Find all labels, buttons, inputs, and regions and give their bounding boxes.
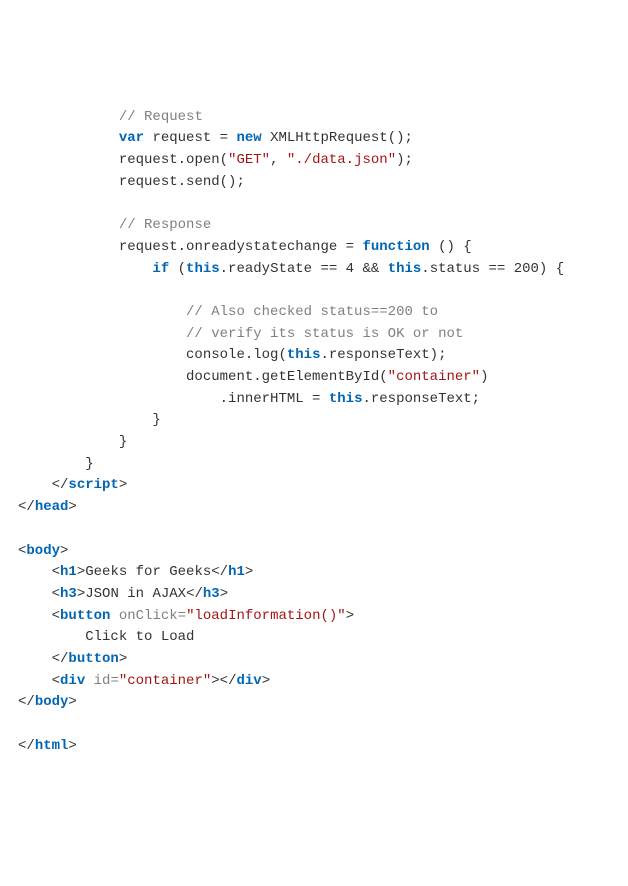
tag-html-close: html [35,738,69,754]
keyword-this: this [329,391,363,407]
comment: // verify its status is OK or not [186,326,463,342]
code-line: request.open("GET", "./data.json"); [18,152,413,168]
string: "container" [388,369,480,385]
tag-script-close: script [68,477,118,493]
code-line: var request = new XMLHttpRequest(); [18,130,413,146]
keyword-if: if [152,261,169,277]
code-line: document.getElementById("container") [18,369,489,385]
code-snippet: // Request var request = new XMLHttpRequ… [18,107,618,758]
string: "GET" [228,152,270,168]
code-line: .innerHTML = this.responseText; [18,391,480,407]
tag-div-open: div [60,673,85,689]
attr-onclick: onClick= [110,608,186,624]
code-line: <body> [18,543,68,559]
tag-button-close: button [68,651,118,667]
h3-text: JSON in AJAX [85,586,186,602]
code-line: // Request [18,109,203,125]
tag-h3-open: h3 [60,586,77,602]
code-line: <button onClick="loadInformation()"> [18,608,354,624]
code-line: </head> [18,499,77,515]
tag-h1-open: h1 [60,564,77,580]
tag-h1-close: h1 [228,564,245,580]
keyword-this: this [186,261,220,277]
code-line: <div id="container"></div> [18,673,270,689]
tag-h3-close: h3 [203,586,220,602]
keyword-this: this [287,347,321,363]
code-line: <h1>Geeks for Geeks</h1> [18,564,253,580]
code-line: <h3>JSON in AJAX</h3> [18,586,228,602]
string: "container" [119,673,211,689]
code-line: request.send(); [18,174,245,190]
code-line: } [18,412,161,428]
comment: // Response [119,217,211,233]
keyword-this: this [388,261,422,277]
code-line: // Also checked status==200 to [18,304,438,320]
h1-text: Geeks for Geeks [85,564,211,580]
code-line: } [18,434,127,450]
code-line: </html> [18,738,77,754]
tag-button-open: button [60,608,110,624]
string: "loadInformation()" [186,608,346,624]
code-line: Click to Load [18,629,194,645]
code-line: request.onreadystatechange = function ()… [18,239,472,255]
button-text: Click to Load [85,629,194,645]
keyword-var: var [119,130,144,146]
code-line: // Response [18,217,211,233]
attr-id: id= [85,673,119,689]
code-line: </body> [18,694,77,710]
code-line: // verify its status is OK or not [18,326,463,342]
code-line: </button> [18,651,127,667]
keyword-new: new [236,130,261,146]
comment: // Also checked status==200 to [186,304,438,320]
tag-head-close: head [35,499,69,515]
code-line: } [18,456,94,472]
tag-body-close: body [35,694,69,710]
tag-body-open: body [26,543,60,559]
code-line: if (this.readyState == 4 && this.status … [18,261,564,277]
code-line: </script> [18,477,127,493]
string: "./data.json" [287,152,396,168]
comment: // Request [119,109,203,125]
keyword-function: function [362,239,429,255]
code-line: console.log(this.responseText); [18,347,447,363]
tag-div-close: div [236,673,261,689]
